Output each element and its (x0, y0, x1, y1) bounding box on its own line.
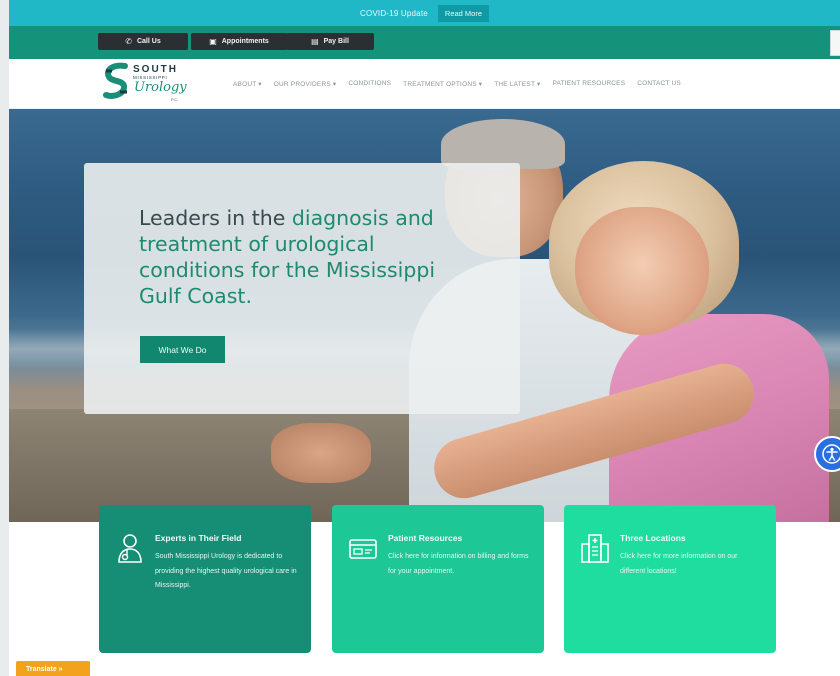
hero-card: Leaders in the diagnosis and treatment o… (84, 163, 520, 414)
feature-card-patient-resources[interactable]: Patient Resources Click here for informa… (332, 505, 544, 653)
nav-item-our-providers[interactable]: OUR PROVIDERS ▾ (274, 80, 337, 88)
pay-bill-label: Pay Bill (323, 38, 349, 45)
browser-viewport: COVID-19 Update Read More ✆ Call Us ▣ Ap… (9, 0, 840, 676)
feature-title: Three Locations (620, 533, 686, 543)
hero-photo-woman-face (575, 207, 709, 335)
phone-icon: ✆ (125, 37, 132, 46)
read-more-button[interactable]: Read More (437, 4, 490, 22)
calendar-icon: ▣ (209, 37, 217, 46)
call-us-label: Call Us (136, 38, 161, 45)
feature-cards: Experts in Their Field South Mississippi… (9, 505, 840, 655)
accessibility-icon (822, 444, 840, 464)
feature-card-experts[interactable]: Experts in Their Field South Mississippi… (99, 505, 311, 653)
logo-text-south: SOUTH (133, 64, 178, 75)
nav-item-about[interactable]: ABOUT ▾ (233, 80, 262, 88)
site-logo[interactable]: SOUTH MISSISSIPPI Urology P.C. (103, 60, 193, 106)
covid-banner: COVID-19 Update Read More (9, 0, 840, 26)
side-widget-tab[interactable] (830, 30, 840, 56)
top-action-bar: ✆ Call Us ▣ Appointments ▤ Pay Bill (9, 26, 840, 59)
feature-text: Click here for more information on our d… (620, 553, 738, 575)
what-we-do-button[interactable]: What We Do (140, 336, 225, 363)
nav-item-contact-us[interactable]: CONTACT US (637, 80, 681, 88)
call-us-button[interactable]: ✆ Call Us (98, 33, 188, 50)
covid-update-link[interactable]: COVID-19 Update (360, 9, 428, 18)
logo-text-pc: P.C. (171, 97, 179, 102)
nav-item-conditions[interactable]: CONDITIONS (348, 80, 391, 88)
feature-text: Click here for information on billing an… (388, 553, 529, 575)
nav-item-treatment-options[interactable]: TREATMENT OPTIONS ▾ (403, 80, 482, 88)
nav-menu: ABOUT ▾ OUR PROVIDERS ▾ CONDITIONS TREAT… (233, 80, 681, 88)
doctor-icon (118, 534, 142, 563)
logo-text-urology: Urology (134, 80, 187, 95)
nav-item-the-latest[interactable]: THE LATEST ▾ (494, 80, 540, 88)
translate-button[interactable]: Translate » (16, 661, 90, 676)
appointments-button[interactable]: ▣ Appointments (191, 33, 287, 50)
building-icon (581, 534, 609, 563)
feature-text: South Mississippi Urology is dedicated t… (155, 553, 297, 589)
feature-title: Experts in Their Field (155, 533, 242, 543)
forms-icon (349, 539, 377, 559)
feature-card-three-locations[interactable]: Three Locations Click here for more info… (564, 505, 776, 653)
main-navigation: SOUTH MISSISSIPPI Urology P.C. ABOUT ▾ O… (9, 59, 840, 109)
hero-banner: Leaders in the diagnosis and treatment o… (9, 109, 840, 522)
hero-headline: Leaders in the diagnosis and treatment o… (139, 205, 479, 309)
credit-card-icon: ▤ (311, 37, 319, 46)
logo-mark-icon (103, 62, 128, 99)
nav-item-patient-resources[interactable]: PATIENT RESOURCES (552, 80, 625, 88)
hero-headline-lead: Leaders in the (139, 206, 292, 230)
appointments-label: Appointments (221, 38, 269, 45)
feature-title: Patient Resources (388, 533, 463, 543)
hero-photo-man-hair (441, 119, 565, 169)
hero-photo-hands (271, 423, 371, 483)
pay-bill-button[interactable]: ▤ Pay Bill (286, 33, 374, 50)
